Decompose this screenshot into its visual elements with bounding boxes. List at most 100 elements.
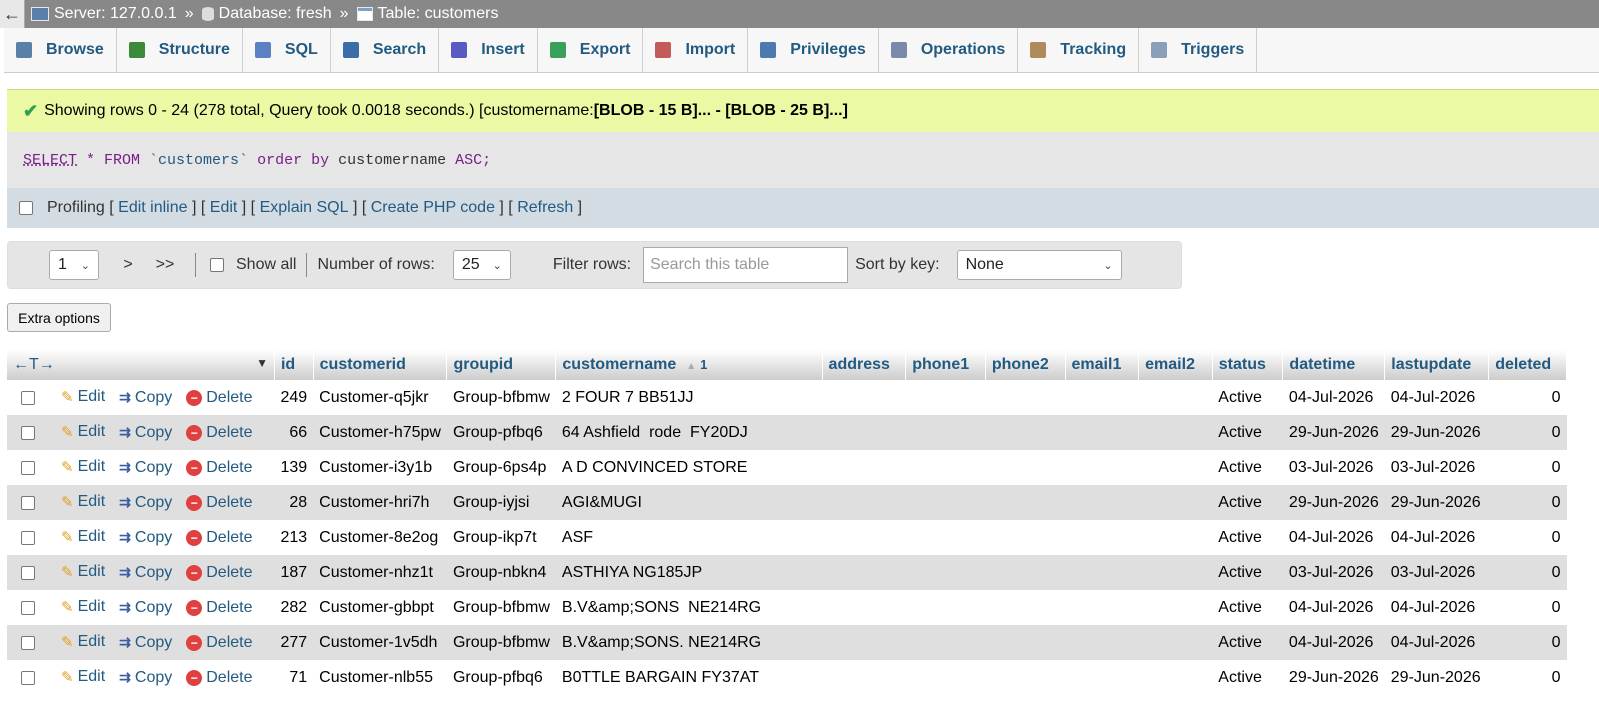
show-all-checkbox[interactable] (210, 258, 224, 272)
row-checkbox[interactable] (21, 495, 35, 510)
cell-customerid[interactable]: Customer-nlb55 (313, 660, 447, 695)
cell-customerid[interactable]: Customer-h75pw (313, 415, 447, 450)
cell-phone1[interactable] (905, 660, 986, 695)
sort-by-key-select[interactable]: None ⌄ (956, 250, 1122, 280)
cell-phone2[interactable] (985, 590, 1066, 625)
cell-id[interactable]: 277 (274, 625, 314, 660)
cell-address[interactable] (822, 555, 906, 590)
cell-datetime[interactable]: 29-Jun-2026 (1282, 415, 1385, 450)
cell-customername[interactable]: A D CONVINCED STORE (555, 450, 823, 485)
cell-status[interactable]: Active (1212, 415, 1283, 450)
cell-email2[interactable] (1138, 485, 1213, 520)
edit-row-button[interactable]: ✎ Edit (61, 458, 105, 476)
delete-row-button[interactable]: − Delete (186, 634, 253, 652)
extra-options-button[interactable]: Extra options (7, 303, 111, 332)
cell-customerid[interactable]: Customer-i3y1b (313, 450, 447, 485)
cell-id[interactable]: 187 (274, 555, 314, 590)
row-checkbox[interactable] (21, 600, 35, 615)
column-header-deleted[interactable]: deleted (1488, 350, 1567, 380)
cell-address[interactable] (822, 415, 906, 450)
cell-email2[interactable] (1138, 415, 1213, 450)
cell-lastupdate[interactable]: 29-Jun-2026 (1384, 415, 1489, 450)
page-select[interactable]: 1 ⌄ (49, 250, 99, 280)
delete-row-button[interactable]: − Delete (186, 424, 253, 442)
cell-phone1[interactable] (905, 380, 986, 415)
cell-phone2[interactable] (985, 415, 1066, 450)
column-header-groupid[interactable]: groupid (446, 350, 557, 380)
cell-customername[interactable]: 64 Ashfield rode FY20DJ (555, 415, 823, 450)
cell-id[interactable]: 71 (274, 660, 314, 695)
edit-row-button[interactable]: ✎ Edit (61, 668, 105, 686)
delete-row-button[interactable]: − Delete (186, 529, 253, 547)
cell-lastupdate[interactable]: 04-Jul-2026 (1384, 590, 1489, 625)
cell-address[interactable] (822, 520, 906, 555)
cell-lastupdate[interactable]: 04-Jul-2026 (1384, 520, 1489, 555)
delete-row-button[interactable]: − Delete (186, 494, 253, 512)
cell-address[interactable] (822, 590, 906, 625)
cell-deleted[interactable]: 0 (1488, 380, 1567, 415)
column-header-lastupdate[interactable]: lastupdate (1384, 350, 1490, 380)
breadcrumb-table[interactable]: Table: customers (351, 5, 505, 23)
cell-email2[interactable] (1138, 555, 1213, 590)
cell-lastupdate[interactable]: 29-Jun-2026 (1384, 660, 1489, 695)
cell-status[interactable]: Active (1212, 520, 1283, 555)
tab-privileges[interactable]: Privileges (748, 28, 879, 72)
cell-phone2[interactable] (985, 450, 1066, 485)
cell-phone1[interactable] (905, 590, 986, 625)
row-checkbox[interactable] (21, 425, 35, 440)
cell-groupid[interactable]: Group-pfbq6 (446, 415, 556, 450)
cell-email1[interactable] (1065, 660, 1139, 695)
cell-lastupdate[interactable]: 04-Jul-2026 (1384, 380, 1489, 415)
copy-row-button[interactable]: ⇉ Copy (119, 634, 172, 652)
cell-groupid[interactable]: Group-iyjsi (446, 485, 556, 520)
cell-email1[interactable] (1065, 415, 1139, 450)
edit-inline-link[interactable]: Edit inline (118, 199, 187, 217)
cell-datetime[interactable]: 04-Jul-2026 (1282, 380, 1385, 415)
row-checkbox[interactable] (21, 390, 35, 405)
cell-deleted[interactable]: 0 (1488, 590, 1567, 625)
cell-email1[interactable] (1065, 625, 1139, 660)
cell-customerid[interactable]: Customer-8e2og (313, 520, 447, 555)
cell-deleted[interactable]: 0 (1488, 520, 1567, 555)
cell-status[interactable]: Active (1212, 660, 1283, 695)
cell-customerid[interactable]: Customer-hri7h (313, 485, 447, 520)
cell-groupid[interactable]: Group-pfbq6 (446, 660, 556, 695)
tab-search[interactable]: Search (331, 28, 440, 72)
column-header-status[interactable]: status (1212, 350, 1284, 380)
rows-select[interactable]: 25 ⌄ (452, 250, 511, 280)
tab-insert[interactable]: Insert (439, 28, 538, 72)
cell-id[interactable]: 66 (274, 415, 314, 450)
tab-sql[interactable]: SQL (243, 28, 331, 72)
cell-address[interactable] (822, 625, 906, 660)
cell-lastupdate[interactable]: 03-Jul-2026 (1384, 555, 1489, 590)
cell-id[interactable]: 213 (274, 520, 314, 555)
cell-deleted[interactable]: 0 (1488, 660, 1567, 695)
cell-email1[interactable] (1065, 485, 1139, 520)
breadcrumb-database-label[interactable]: Database: fresh (219, 5, 332, 23)
tab-import[interactable]: Import (643, 28, 749, 72)
cell-phone2[interactable] (985, 625, 1066, 660)
edit-row-button[interactable]: ✎ Edit (61, 423, 105, 441)
cell-datetime[interactable]: 04-Jul-2026 (1282, 590, 1385, 625)
cell-phone2[interactable] (985, 660, 1066, 695)
copy-row-button[interactable]: ⇉ Copy (119, 494, 172, 512)
copy-row-button[interactable]: ⇉ Copy (119, 389, 172, 407)
breadcrumb-server[interactable]: Server: 127.0.0.1 (25, 5, 183, 23)
column-header-customerid[interactable]: customerid (313, 350, 448, 380)
row-checkbox[interactable] (21, 670, 35, 685)
column-header-email2[interactable]: email2 (1138, 350, 1213, 380)
edit-row-button[interactable]: ✎ Edit (61, 598, 105, 616)
edit-row-button[interactable]: ✎ Edit (61, 563, 105, 581)
filter-rows-input[interactable]: Search this table (643, 247, 849, 283)
cell-deleted[interactable]: 0 (1488, 415, 1567, 450)
tab-structure[interactable]: Structure (117, 28, 243, 72)
cell-email2[interactable] (1138, 590, 1213, 625)
cell-customername[interactable]: ASF (555, 520, 823, 555)
cell-customername[interactable]: B.V&amp;SONS NE214RG (555, 590, 823, 625)
cell-lastupdate[interactable]: 04-Jul-2026 (1384, 625, 1489, 660)
cell-customerid[interactable]: Customer-nhz1t (313, 555, 447, 590)
cell-address[interactable] (822, 450, 906, 485)
cell-address[interactable] (822, 660, 906, 695)
cell-status[interactable]: Active (1212, 485, 1283, 520)
cell-datetime[interactable]: 03-Jul-2026 (1282, 450, 1385, 485)
